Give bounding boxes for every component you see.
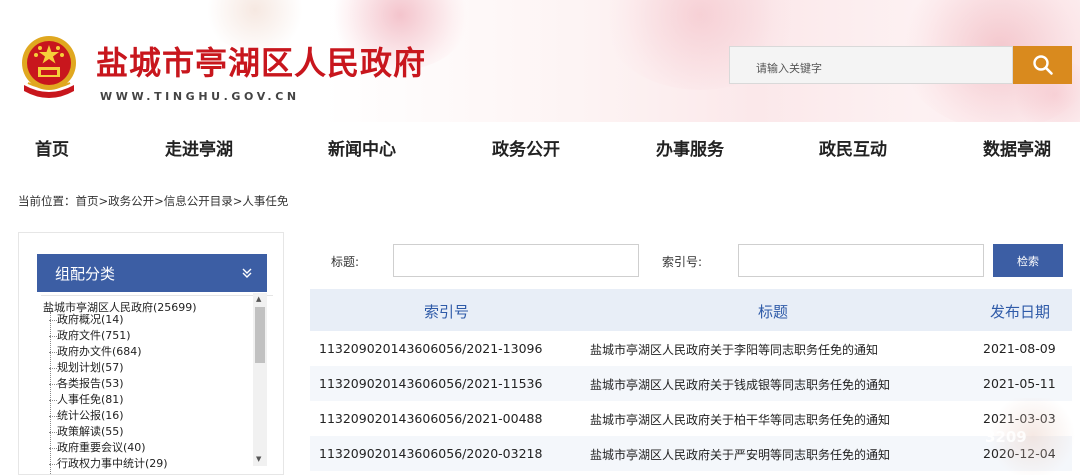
tree-item[interactable]: 政府文件(751): [49, 327, 131, 343]
tree-item[interactable]: 规划计划(57): [49, 359, 124, 375]
search-icon: [1032, 55, 1053, 75]
breadcrumb: 当前位置：首页>政务公开>信息公开目录>人事任免: [18, 194, 289, 208]
scroll-thumb[interactable]: [255, 307, 265, 363]
table-row[interactable]: 113209020143606056/2021-00488 盐城市亭湖区人民政府…: [310, 401, 1072, 436]
double-chevron-down-icon: [241, 265, 253, 283]
search-input[interactable]: 请输入关键字: [729, 46, 1013, 84]
tree-item[interactable]: 政策解读(55): [49, 423, 124, 439]
row-title-link[interactable]: 盐城市亭湖区人民政府关于钱成银等同志职务任免的通知: [590, 376, 890, 393]
nav-item-home[interactable]: 首页: [35, 135, 69, 160]
column-header-date: 发布日期: [990, 303, 1051, 321]
table-header: 索引号 标题 发布日期: [310, 289, 1072, 331]
site-title[interactable]: 盐城市亭湖区人民政府: [96, 38, 426, 84]
table-row[interactable]: 113209020143606056/2021-11536 盐城市亭湖区人民政府…: [310, 366, 1072, 401]
title-filter-label: 标题:: [331, 255, 360, 269]
nav-item-services[interactable]: 办事服务: [656, 135, 724, 160]
tree-item[interactable]: 统计公报(16): [49, 407, 124, 423]
search-submit-button[interactable]: 检索: [993, 244, 1063, 277]
row-index: 113209020143606056/2021-11536: [319, 376, 543, 391]
row-title-link[interactable]: 盐城市亭湖区人民政府关于李阳等同志职务任免的通知: [590, 341, 878, 358]
row-date: 2021-05-11: [983, 376, 1056, 391]
site-header: 盐城市亭湖区人民政府 WWW.TINGHU.GOV.CN 请输入关键字: [0, 0, 1080, 122]
nav-item-about[interactable]: 走进亭湖: [165, 135, 233, 160]
title-filter-input[interactable]: [393, 244, 639, 277]
row-index: 113209020143606056/2020-03218: [319, 446, 543, 461]
scroll-down-icon[interactable]: ▼: [256, 455, 261, 463]
category-sidebar: 组配分类 盐城市亭湖区人民政府(25699) 政府概况(14) 政府文件(751…: [18, 232, 284, 475]
watermark-text: 3209: [985, 428, 1027, 446]
sidebar-header[interactable]: 组配分类: [37, 254, 267, 292]
row-title-link[interactable]: 盐城市亭湖区人民政府关于柏干华等同志职务任免的通知: [590, 411, 890, 428]
tree-item[interactable]: 各类报告(53): [49, 375, 124, 391]
tree-item[interactable]: 人事任免(81): [49, 391, 124, 407]
row-date: 2021-08-09: [983, 341, 1056, 356]
nav-item-news[interactable]: 新闻中心: [328, 135, 396, 160]
row-title-link[interactable]: 盐城市亭湖区人民政府关于严安明等同志职务任免的通知: [590, 446, 890, 463]
sidebar-scrollbar[interactable]: ▲ ▼: [253, 293, 267, 466]
column-header-index: 索引号: [424, 303, 470, 321]
sidebar-header-label: 组配分类: [55, 265, 116, 283]
tree-item[interactable]: 政府办文件(684): [49, 343, 142, 359]
search-button[interactable]: [1013, 46, 1072, 84]
tree-item[interactable]: 政府重要会议(40): [49, 439, 146, 455]
tree-item[interactable]: 政府概况(14): [49, 311, 124, 327]
main-nav: 首页 走进亭湖 新闻中心 政务公开 办事服务 政民互动 数据亭湖: [0, 122, 1080, 166]
category-tree: 盐城市亭湖区人民政府(25699) 政府概况(14) 政府文件(751) 政府办…: [41, 295, 273, 475]
tree-item[interactable]: 行政权力事中统计(29): [49, 455, 168, 471]
nav-item-interaction[interactable]: 政民互动: [819, 135, 887, 160]
table-row[interactable]: 113209020143606056/2021-13096 盐城市亭湖区人民政府…: [310, 331, 1072, 366]
scroll-up-icon[interactable]: ▲: [256, 295, 261, 303]
national-emblem-icon[interactable]: [18, 33, 80, 103]
index-filter-input[interactable]: [738, 244, 984, 277]
column-header-title: 标题: [758, 303, 789, 321]
table-row[interactable]: 113209020143606056/2020-03218 盐城市亭湖区人民政府…: [310, 436, 1072, 471]
index-filter-label: 索引号:: [662, 255, 703, 269]
site-url: WWW.TINGHU.GOV.CN: [100, 90, 300, 103]
nav-item-data[interactable]: 数据亭湖: [983, 135, 1051, 160]
row-index: 113209020143606056/2021-13096: [319, 341, 543, 356]
nav-item-gov-affairs[interactable]: 政务公开: [492, 135, 560, 160]
watermark: 3209: [985, 398, 1080, 475]
row-index: 113209020143606056/2021-00488: [319, 411, 543, 426]
